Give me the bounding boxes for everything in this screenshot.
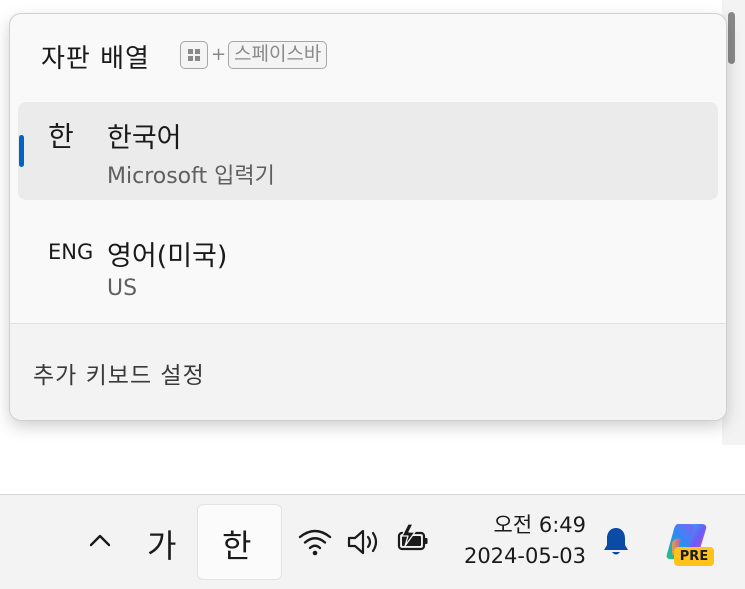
battery-charging-icon[interactable] [396,523,430,555]
keyboard-name: US [107,276,138,301]
ime-language-button[interactable]: 한 [197,504,282,580]
copilot-preview-badge: PRE [674,547,714,566]
language-name: 영어(미국) [107,241,228,272]
language-short-label: 한 [48,120,74,153]
more-keyboard-settings-link[interactable]: 추가 키보드 설정 [33,356,205,390]
language-item-english[interactable]: ENG 영어(미국) US [18,220,718,318]
flyout-footer: 추가 키보드 설정 [10,324,726,420]
keyboard-name: Microsoft 입력기 [107,164,275,189]
input-mode-indicator[interactable]: 가 [147,521,176,567]
keyboard-layout-flyout: 자판 배열 + 스페이스바 한 한국어 Microsoft 입력기 ENG 영어… [9,13,727,421]
chevron-up-icon[interactable] [84,525,116,557]
taskbar: 가 한 오전 6:49 2024-05-03 [0,494,745,589]
flyout-title: 자판 배열 [41,44,150,74]
scrollbar-thumb[interactable] [728,12,735,64]
spacebar-key: 스페이스바 [228,41,328,69]
bell-icon[interactable] [600,525,632,559]
volume-icon[interactable] [346,528,382,556]
wifi-icon[interactable] [298,528,332,556]
selected-indicator [19,135,24,167]
language-name: 한국어 [107,123,182,154]
clock-time[interactable]: 오전 6:49 [460,509,586,539]
language-short-label: ENG [48,240,94,264]
desktop: 자판 배열 + 스페이스바 한 한국어 Microsoft 입력기 ENG 영어… [0,0,745,589]
language-item-korean[interactable]: 한 한국어 Microsoft 입력기 [18,102,718,200]
windows-key-icon [180,41,208,69]
clock-date[interactable]: 2024-05-03 [460,544,586,568]
ime-language-label: 한 [222,527,252,565]
shortcut-plus: + [211,44,227,65]
